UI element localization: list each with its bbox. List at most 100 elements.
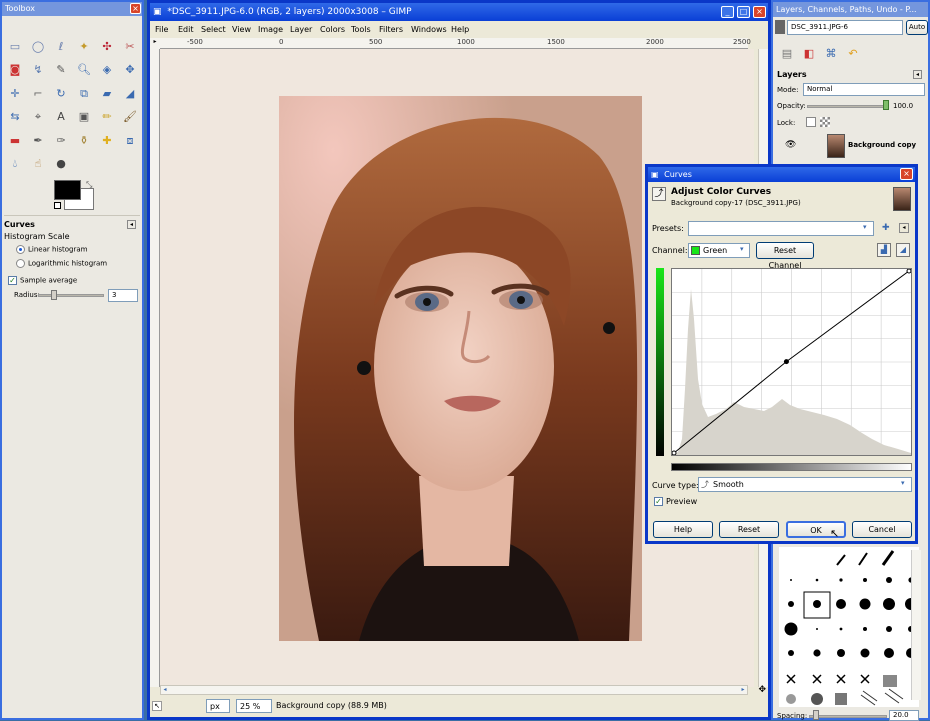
- presets-menu-icon[interactable]: ◂: [899, 223, 909, 233]
- add-preset-icon[interactable]: ✚: [882, 223, 890, 233]
- color-picker-tool-icon[interactable]: ✎: [52, 61, 70, 79]
- measure-tool-icon[interactable]: ◈: [98, 61, 116, 79]
- color-select-tool-icon[interactable]: ✣: [98, 38, 116, 56]
- curve-type-dropdown-icon[interactable]: ▾: [901, 479, 905, 487]
- minimize-button[interactable]: _: [721, 6, 734, 18]
- opacity-slider-knob[interactable]: [883, 100, 889, 110]
- image-window-titlebar[interactable]: ▣ *DSC_3911.JPG-6.0 (RGB, 2 layers) 2000…: [150, 3, 768, 21]
- help-button[interactable]: Help: [653, 521, 713, 538]
- menu-colors[interactable]: Colors: [320, 25, 345, 34]
- horizontal-scrollbar[interactable]: ◂ ▸: [160, 685, 748, 695]
- move-tool-icon[interactable]: ✥: [121, 61, 139, 79]
- align-tool-icon[interactable]: ✛: [6, 85, 24, 103]
- linear-histogram-radio[interactable]: Linear histogram: [16, 245, 140, 254]
- cancel-button[interactable]: Cancel: [852, 521, 912, 538]
- smudge-tool-icon[interactable]: ☝: [29, 155, 47, 173]
- foreground-select-tool-icon[interactable]: ◙: [6, 61, 24, 79]
- image-selector[interactable]: DSC_3911.JPG-6: [787, 20, 903, 35]
- airbrush-tool-icon[interactable]: ✒: [29, 132, 47, 150]
- radius-slider-knob[interactable]: [51, 290, 57, 300]
- menu-filters[interactable]: Filters: [379, 25, 403, 34]
- layers-panel-menu-icon[interactable]: ◂: [913, 70, 922, 79]
- toolbox-titlebar[interactable]: Toolbox: [2, 2, 142, 16]
- layers-tab-icon[interactable]: ◧: [799, 46, 819, 62]
- menu-tools[interactable]: Tools: [351, 25, 371, 34]
- pointer-icon[interactable]: ↖: [152, 701, 162, 711]
- zoom-tool-icon[interactable]: 🔍︎: [75, 61, 93, 79]
- free-select-tool-icon[interactable]: ℓ: [52, 38, 70, 56]
- paintbrush-tool-icon[interactable]: 🖌︎: [121, 108, 139, 126]
- reset-button[interactable]: Reset: [719, 521, 779, 538]
- spacing-slider-knob[interactable]: [813, 710, 819, 720]
- bucket-fill-tool-icon[interactable]: ▣: [75, 108, 93, 126]
- layer-row-background-copy[interactable]: 👁︎ Background copy: [775, 133, 926, 159]
- presets-combo[interactable]: [688, 221, 874, 236]
- linear-histogram-view-icon[interactable]: ▟: [877, 243, 891, 257]
- menu-edit[interactable]: Edit: [178, 25, 194, 34]
- menu-layer[interactable]: Layer: [290, 25, 312, 34]
- dock-titlebar[interactable]: Layers, Channels, Paths, Undo - P...: [773, 2, 928, 17]
- blur-tool-icon[interactable]: 💧︎: [6, 155, 24, 173]
- brushes-scrollbar[interactable]: [911, 550, 921, 700]
- curve-control-point[interactable]: [906, 268, 912, 274]
- flip-tool-icon[interactable]: ⇆: [6, 108, 24, 126]
- layer-name[interactable]: Background copy: [848, 141, 916, 149]
- mode-selector[interactable]: Normal: [803, 83, 925, 96]
- radius-input[interactable]: 3: [108, 289, 138, 302]
- paths-tool-icon[interactable]: ↯: [29, 61, 47, 79]
- menu-windows[interactable]: Windows: [411, 25, 447, 34]
- swap-colors-icon[interactable]: ⤡: [86, 180, 92, 190]
- dodge-burn-tool-icon[interactable]: ●: [52, 155, 70, 173]
- eraser-tool-icon[interactable]: ▬: [6, 132, 24, 150]
- radius-slider[interactable]: [38, 294, 104, 297]
- layer-visibility-eye-icon[interactable]: 👁︎: [785, 140, 796, 150]
- opacity-slider[interactable]: [807, 105, 889, 108]
- sample-average-checkbox[interactable]: ✓ Sample average: [8, 276, 140, 285]
- scroll-left-icon[interactable]: ◂: [161, 685, 169, 695]
- brushes-grid[interactable]: [779, 547, 919, 707]
- curve-control-point[interactable]: [671, 450, 677, 456]
- scale-tool-icon[interactable]: ⧉: [75, 85, 93, 103]
- ruler-corner-icon[interactable]: ▸: [150, 38, 160, 49]
- scroll-right-icon[interactable]: ▸: [739, 685, 747, 695]
- close-button[interactable]: ×: [753, 6, 766, 18]
- default-colors-icon[interactable]: [54, 202, 61, 209]
- crop-tool-icon[interactable]: ⌐: [29, 85, 47, 103]
- lock-pixels-checkbox[interactable]: [806, 117, 816, 127]
- unit-selector[interactable]: px: [206, 699, 230, 713]
- curves-graph[interactable]: [671, 268, 912, 456]
- heal-tool-icon[interactable]: ✚: [98, 132, 116, 150]
- menu-file[interactable]: File: [155, 25, 168, 34]
- clone-tool-icon[interactable]: ⚱: [75, 132, 93, 150]
- navigate-icon[interactable]: ✥: [758, 685, 766, 695]
- menu-select[interactable]: Select: [201, 25, 226, 34]
- undo-tab-icon[interactable]: ↶: [843, 46, 863, 62]
- lock-alpha-icon[interactable]: [820, 117, 830, 127]
- logarithmic-histogram-radio[interactable]: Logarithmic histogram: [16, 259, 140, 268]
- log-histogram-view-icon[interactable]: ◢: [896, 243, 910, 257]
- maximize-button[interactable]: □: [737, 6, 750, 18]
- presets-dropdown-icon[interactable]: ▾: [863, 223, 867, 231]
- perspective-tool-icon[interactable]: ◢: [121, 85, 139, 103]
- rotate-tool-icon[interactable]: ↻: [52, 85, 70, 103]
- pencil-tool-icon[interactable]: ✏: [98, 108, 116, 126]
- curves-close-button[interactable]: ×: [900, 168, 913, 180]
- paths-tab-icon[interactable]: ⌘: [821, 46, 841, 62]
- text-tool-icon[interactable]: A: [52, 108, 70, 126]
- menu-help[interactable]: Help: [451, 25, 469, 34]
- opacity-value[interactable]: 100.0: [893, 102, 913, 110]
- ellipse-select-tool-icon[interactable]: ◯: [29, 38, 47, 56]
- zoom-selector[interactable]: 25 %: [236, 699, 272, 713]
- brushes-tab-icon[interactable]: ▤: [777, 46, 797, 62]
- spacing-input[interactable]: 20.0: [889, 710, 919, 721]
- fuzzy-select-tool-icon[interactable]: ✦: [75, 38, 93, 56]
- auto-button[interactable]: Auto: [906, 20, 928, 35]
- menu-image[interactable]: Image: [258, 25, 283, 34]
- rect-select-tool-icon[interactable]: ▭: [6, 38, 24, 56]
- curves-titlebar[interactable]: ▣ Curves: [648, 167, 915, 182]
- cage-tool-icon[interactable]: ⌖: [29, 108, 47, 126]
- tool-options-menu-icon[interactable]: ◂: [127, 220, 136, 229]
- foreground-color-swatch[interactable]: [54, 180, 81, 200]
- scissors-tool-icon[interactable]: ✂: [121, 38, 139, 56]
- channel-dropdown-icon[interactable]: ▾: [740, 245, 744, 253]
